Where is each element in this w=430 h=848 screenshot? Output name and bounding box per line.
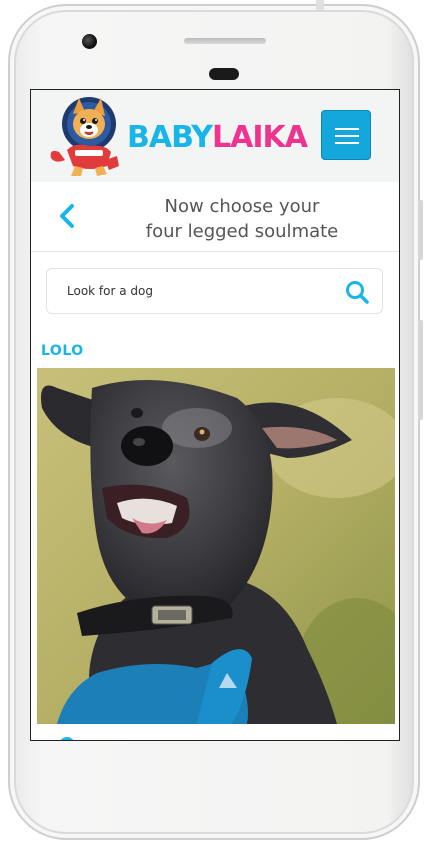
page-title: Now choose your four legged soulmate	[145, 196, 339, 242]
brand-text-laika: LAIKA	[212, 120, 308, 155]
title-bar: Now choose your four legged soulmate	[31, 182, 399, 252]
chevron-left-icon[interactable]	[55, 202, 79, 230]
app-header: BABYLAIKA	[31, 90, 399, 182]
search-input[interactable]	[57, 277, 337, 305]
front-camera	[82, 34, 97, 49]
brand-text-baby: BABY	[127, 120, 213, 155]
dog-name-label[interactable]: LOLO	[41, 343, 84, 359]
top-button	[316, 0, 324, 10]
search-icon[interactable]	[344, 279, 370, 305]
earpiece-speaker	[184, 38, 266, 44]
brand-logo-text[interactable]: BABYLAIKA	[127, 120, 308, 155]
search-box	[46, 268, 383, 314]
hamburger-menu-button[interactable]	[321, 110, 371, 160]
next-item-peek	[59, 737, 75, 740]
dog-photo[interactable]	[37, 368, 395, 724]
hamburger-menu-icon	[335, 128, 359, 130]
proximity-sensor	[209, 68, 239, 80]
power-button	[418, 200, 423, 260]
app-screen: BABYLAIKA Now choose your four legged so…	[30, 89, 400, 741]
dog-astronaut-logo-icon[interactable]	[45, 94, 125, 178]
volume-button	[418, 320, 423, 420]
